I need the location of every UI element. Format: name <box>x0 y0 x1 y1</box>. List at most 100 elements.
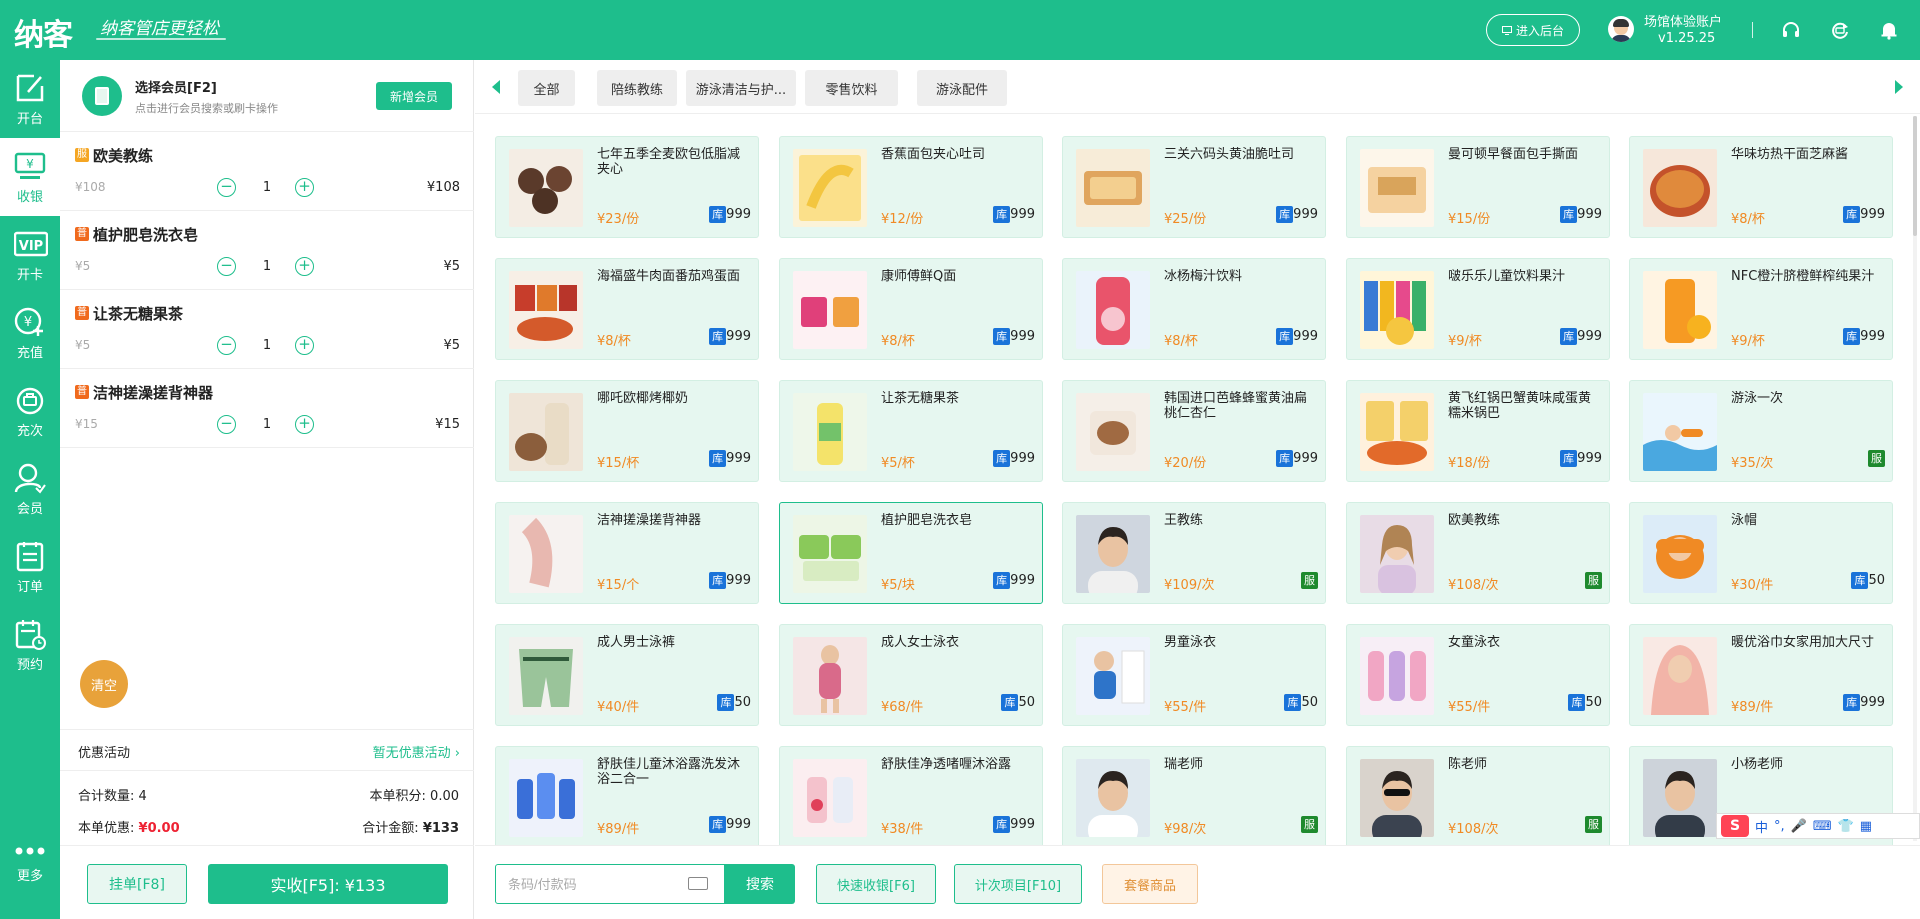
product-card[interactable]: 华味坊热干面芝麻酱 ¥8/杯 库 999 <box>1629 136 1893 238</box>
product-card[interactable]: 康师傅鲜Q面 ¥8/杯 库 999 <box>779 258 1043 360</box>
nav-item-member[interactable]: 会员 <box>0 450 60 528</box>
product-card[interactable]: 香蕉面包夹心吐司 ¥12/份 库 999 <box>779 136 1043 238</box>
grid-icon[interactable]: ▦ <box>1860 819 1872 834</box>
product-card[interactable]: 游泳一次 ¥35/次 服 <box>1629 380 1893 482</box>
nav-item-more[interactable]: 更多 <box>0 840 60 918</box>
category-tab[interactable]: 陪练教练 <box>597 70 677 106</box>
scroll-left-icon[interactable] <box>492 80 500 94</box>
minus-icon[interactable]: − <box>217 336 236 355</box>
plus-icon[interactable]: + <box>295 178 314 197</box>
refresh-icon[interactable] <box>1830 20 1850 40</box>
quick-cash-button[interactable]: 快速收银[F6] <box>816 864 936 904</box>
product-card[interactable]: 暖优浴巾女家用加大尺寸 ¥89/件 库 999 <box>1629 624 1893 726</box>
member-select-title[interactable]: 选择会员[F2] <box>135 77 217 96</box>
count-item-button[interactable]: 计次项目[F10] <box>954 864 1082 904</box>
product-card[interactable]: 王教练 ¥109/次 服 <box>1062 502 1326 604</box>
product-card[interactable]: NFC橙汁脐橙鲜榨纯果汁 ¥9/杯 库 999 <box>1629 258 1893 360</box>
product-card[interactable]: 曼可顿早餐面包手撕面 ¥15/份 库 999 <box>1346 136 1610 238</box>
product-stock: 库 999 <box>1843 694 1885 711</box>
category-tab[interactable]: 全部 <box>518 70 575 106</box>
account-name[interactable]: 场馆体验账户 <box>1644 11 1722 30</box>
cart-item[interactable]: 服 欧美教练 ¥108 − 1 + ¥108 <box>60 132 474 211</box>
product-card[interactable]: 海福盛牛肉面番茄鸡蛋面 ¥8/杯 库 999 <box>495 258 759 360</box>
account-avatar[interactable] <box>1608 16 1634 42</box>
product-card[interactable]: 女童泳衣 ¥55/件 库 50 <box>1346 624 1610 726</box>
product-card[interactable]: 成人男士泳裤 ¥40/件 库 50 <box>495 624 759 726</box>
plus-icon[interactable]: + <box>295 415 314 434</box>
product-card[interactable]: 舒肤佳净透啫喱沐浴露 ¥38/件 库 999 <box>779 746 1043 845</box>
sogou-ime-icon[interactable]: S <box>1721 815 1749 837</box>
product-card[interactable]: 成人女士泳衣 ¥68/件 库 50 <box>779 624 1043 726</box>
stock-badge: 库 <box>1560 328 1578 345</box>
nav-item-open-table[interactable]: 开台 <box>0 60 60 138</box>
category-tab[interactable]: 零售饮料 <box>805 70 898 106</box>
scrollbar-thumb[interactable] <box>1913 116 1917 236</box>
product-card[interactable]: 陈老师 ¥108/次 服 <box>1346 746 1610 845</box>
top-bar: 纳客 纳客管店更轻松 进入后台 场馆体验账户 v1.25.25 <box>0 0 1920 60</box>
cart-item[interactable]: 普 洁神搓澡搓背神器 ¥15 − 1 + ¥15 <box>60 369 474 448</box>
enter-backend-button[interactable]: 进入后台 <box>1486 14 1580 46</box>
product-stock: 库 999 <box>993 206 1035 223</box>
member-selector[interactable]: 选择会员[F2] 点击进行会员搜索或刷卡操作 新增会员 <box>60 60 474 132</box>
product-card[interactable]: 欧美教练 ¥108/次 服 <box>1346 502 1610 604</box>
product-stock: 库 999 <box>709 816 751 833</box>
minus-icon[interactable]: − <box>217 178 236 197</box>
grid-scrollbar[interactable] <box>1913 116 1917 841</box>
product-stock: 库 999 <box>993 572 1035 589</box>
product-price: ¥89/件 <box>1731 700 1774 715</box>
category-tab[interactable]: 游泳配件 <box>917 70 1007 106</box>
product-card[interactable]: 舒肤佳儿童沐浴露洗发沐浴二合一 ¥89/件 库 999 <box>495 746 759 845</box>
product-card[interactable]: 让茶无糖果茶 ¥5/杯 库 999 <box>779 380 1043 482</box>
product-card[interactable]: 冰杨梅汁饮料 ¥8/杯 库 999 <box>1062 258 1326 360</box>
package-goods-button[interactable]: 套餐商品 <box>1102 864 1198 904</box>
product-card[interactable]: 哪吒欧椰烤椰奶 ¥15/杯 库 999 <box>495 380 759 482</box>
product-image <box>1360 271 1434 349</box>
cart-item[interactable]: 普 让茶无糖果茶 ¥5 − 1 + ¥5 <box>60 290 474 369</box>
nav-item-cashier[interactable]: ¥ 收银 <box>0 138 60 216</box>
product-card[interactable]: 泳帽 ¥30/件 库 50 <box>1629 502 1893 604</box>
microphone-icon[interactable]: 🎤 <box>1791 819 1807 834</box>
keyboard-icon[interactable] <box>688 877 708 890</box>
hang-order-button[interactable]: 挂单[F8] <box>87 864 187 904</box>
nav-item-recharge-count[interactable]: 充次 <box>0 372 60 450</box>
keyboard-icon[interactable]: ⌨ <box>1813 819 1832 834</box>
product-card[interactable]: 三关六码头黄油脆吐司 ¥25/份 库 999 <box>1062 136 1326 238</box>
search-button[interactable]: 搜索 <box>725 864 795 904</box>
plus-icon[interactable]: + <box>295 257 314 276</box>
product-card[interactable]: 啵乐乐儿童饮料果汁 ¥9/杯 库 999 <box>1346 258 1610 360</box>
minus-icon[interactable]: − <box>217 415 236 434</box>
clear-cart-button[interactable]: 清空 <box>80 660 128 708</box>
skin-icon[interactable]: 👕 <box>1838 819 1854 834</box>
nav-item-open-card[interactable]: VIP 开卡 <box>0 216 60 294</box>
scroll-right-icon[interactable] <box>1895 80 1903 94</box>
category-tab[interactable]: 游泳清洁与护... <box>686 70 796 106</box>
minus-icon[interactable]: − <box>217 257 236 276</box>
ime-punct-icon[interactable]: °, <box>1774 819 1785 834</box>
nav-item-order[interactable]: 订单 <box>0 528 60 606</box>
ime-toolbar[interactable]: S 中 °, 🎤 ⌨ 👕 ▦ <box>1716 813 1920 839</box>
bell-icon[interactable] <box>1879 20 1899 40</box>
product-card[interactable]: 男童泳衣 ¥55/件 库 50 <box>1062 624 1326 726</box>
promo-value[interactable]: 暂无优惠活动 › <box>373 742 460 761</box>
cart-item-qty[interactable]: 1 <box>260 180 274 195</box>
cart-item[interactable]: 普 植护肥皂洗衣皂 ¥5 − 1 + ¥5 <box>60 211 474 290</box>
total-qty: 合计数量: 4 <box>78 789 147 804</box>
nav-item-recharge[interactable]: ¥ 充值 <box>0 294 60 372</box>
nav-item-booking[interactable]: 预约 <box>0 606 60 684</box>
cart-item-qty[interactable]: 1 <box>260 259 274 274</box>
stock-badge: 库 <box>709 816 727 833</box>
product-card[interactable]: 黄飞红锅巴蟹黄味咸蛋黄糯米锅巴 ¥18/份 库 999 <box>1346 380 1610 482</box>
ime-mode[interactable]: 中 <box>1755 817 1768 836</box>
new-member-button[interactable]: 新增会员 <box>376 82 452 110</box>
headset-icon[interactable] <box>1781 20 1801 40</box>
product-card[interactable]: 韩国进口芭蜂蜂蜜黄油扁桃仁杏仁 ¥20/份 库 999 <box>1062 380 1326 482</box>
product-card[interactable]: 洁神搓澡搓背神器 ¥15/个 库 999 <box>495 502 759 604</box>
product-card[interactable]: 瑞老师 ¥98/次 服 <box>1062 746 1326 845</box>
cart-item-qty[interactable]: 1 <box>260 417 274 432</box>
pay-button[interactable]: 实收[F5]: ¥133 <box>208 864 448 904</box>
plus-icon[interactable]: + <box>295 336 314 355</box>
cart-item-qty[interactable]: 1 <box>260 338 274 353</box>
product-card[interactable]: 七年五季全麦欧包低脂减夹心 ¥23/份 库 999 <box>495 136 759 238</box>
product-card[interactable]: 植护肥皂洗衣皂 ¥5/块 库 999 <box>779 502 1043 604</box>
stock-count: 999 <box>726 451 751 466</box>
